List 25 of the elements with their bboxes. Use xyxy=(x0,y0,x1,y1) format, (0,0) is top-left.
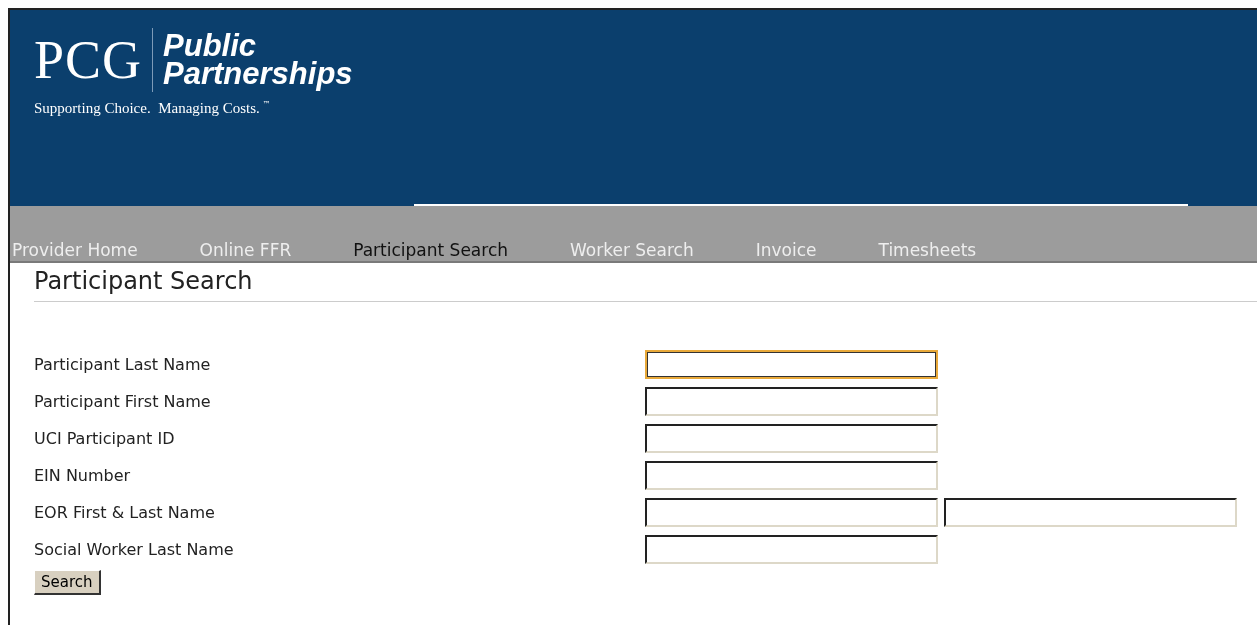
nav-link[interactable]: Timesheets xyxy=(878,240,977,261)
field-label: Participant Last Name xyxy=(34,355,212,374)
page-title: Participant Search xyxy=(34,267,1257,302)
nav-link[interactable]: Invoice xyxy=(755,240,817,261)
input-field[interactable] xyxy=(944,498,1237,527)
input-field[interactable] xyxy=(645,424,938,453)
logo-mark: PCG xyxy=(34,33,143,87)
nav-link[interactable]: Worker Search xyxy=(570,240,694,261)
search-button[interactable]: Search xyxy=(34,570,101,595)
nav-link[interactable]: Provider Home xyxy=(12,240,138,261)
input-field[interactable] xyxy=(645,535,938,564)
nav-link[interactable]: Online FFR xyxy=(199,240,292,261)
input-field[interactable] xyxy=(645,387,938,416)
field-label: EIN Number xyxy=(34,466,132,485)
field-label: EOR First & Last Name xyxy=(34,503,216,522)
input-field[interactable] xyxy=(645,498,938,527)
input-field[interactable] xyxy=(645,461,938,490)
field-label: Participant First Name xyxy=(34,392,212,411)
trademark-sign: ™ xyxy=(262,100,271,109)
logo-tagline: Supporting Choice. Managing Costs. xyxy=(34,100,260,117)
input-field[interactable] xyxy=(645,350,938,379)
logo-name: Public xyxy=(163,32,257,60)
nav-link[interactable]: Participant Search xyxy=(353,240,509,261)
field-label: Social Worker Last Name xyxy=(34,540,235,559)
field-label: UCI Participant ID xyxy=(34,429,176,448)
